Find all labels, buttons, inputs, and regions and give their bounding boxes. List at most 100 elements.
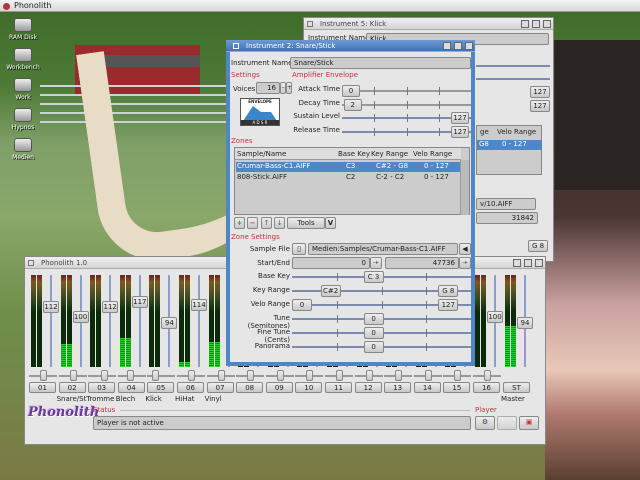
desktop-icon[interactable]: Workbench bbox=[3, 48, 43, 71]
pan-knob[interactable] bbox=[395, 370, 403, 381]
column-header[interactable]: Base Key bbox=[338, 150, 370, 158]
close-icon[interactable] bbox=[28, 260, 34, 266]
sample-file-field[interactable]: Medien:Samples/Crumar-Bass-C1.AIFF bbox=[308, 243, 458, 255]
tune-knob[interactable]: 0 bbox=[363, 313, 384, 325]
channel-button[interactable]: 03 bbox=[88, 382, 116, 393]
zoom-icon[interactable] bbox=[454, 42, 462, 50]
envelope-slider-knob[interactable]: 127 bbox=[451, 125, 469, 138]
volume-value[interactable]: 94 bbox=[517, 316, 533, 329]
volume-value[interactable]: 117 bbox=[131, 296, 148, 308]
table-row[interactable]: G8 0 - 127 bbox=[477, 140, 542, 150]
velo-low-knob[interactable]: 0 bbox=[292, 299, 312, 311]
pan-knob[interactable] bbox=[126, 370, 134, 381]
iconify-icon[interactable] bbox=[513, 259, 521, 267]
key-range-high[interactable]: G 8 bbox=[528, 240, 548, 252]
channel-button[interactable]: 01 bbox=[29, 382, 56, 393]
remove-zone-button[interactable]: − bbox=[247, 217, 258, 229]
player-disabled-button[interactable] bbox=[497, 416, 517, 430]
pan-knob[interactable] bbox=[69, 370, 77, 381]
pan-knob[interactable] bbox=[101, 370, 109, 381]
base-key-knob[interactable]: C 3 bbox=[363, 271, 384, 283]
channel-button[interactable]: 02 bbox=[58, 382, 86, 393]
channel-button[interactable]: ST bbox=[503, 382, 530, 393]
key-low-knob[interactable]: C#2 bbox=[320, 285, 341, 297]
depth-icon[interactable] bbox=[543, 20, 551, 28]
table-row[interactable]: Crumar-Bass-C1.AIFF C3 C#2 - G8 0 - 127 bbox=[236, 162, 460, 172]
pan-knob[interactable] bbox=[306, 370, 314, 381]
envelope-slider-knob[interactable]: 0 bbox=[342, 85, 360, 97]
tools-dropdown[interactable]: V bbox=[325, 217, 336, 229]
end-field[interactable]: 31842 bbox=[476, 212, 538, 224]
volume-value[interactable]: 94 bbox=[161, 316, 178, 329]
table-scrollbar[interactable] bbox=[460, 160, 469, 215]
pan-knob[interactable] bbox=[424, 370, 432, 381]
release-value[interactable]: 127 bbox=[530, 100, 550, 112]
pan-knob[interactable] bbox=[40, 370, 47, 381]
pan-knob[interactable] bbox=[247, 370, 255, 381]
depth-icon[interactable] bbox=[535, 259, 543, 267]
volume-value[interactable]: 112 bbox=[43, 300, 59, 313]
window-titlebar[interactable]: Instrument 5: Klick bbox=[304, 18, 553, 30]
player-export-button[interactable]: ▣ bbox=[519, 416, 539, 430]
file-browse-button[interactable]: ▯ bbox=[292, 243, 306, 255]
channel-button[interactable]: 12 bbox=[354, 382, 382, 393]
sample-file-field[interactable]: v/10.AIFF bbox=[476, 198, 536, 210]
desktop-icon[interactable]: RAM Disk bbox=[3, 18, 43, 41]
table-row[interactable]: 808-Stick.AIFF C2 C-2 - C2 0 - 127 bbox=[236, 173, 460, 183]
channel-button[interactable]: 13 bbox=[384, 382, 412, 393]
sustain-value[interactable]: 127 bbox=[530, 86, 550, 98]
instrument-name-field[interactable]: Snare/Stick bbox=[290, 57, 471, 69]
slider[interactable] bbox=[476, 65, 550, 67]
zones-table[interactable]: Sample/Name Base Key Key Range Velo Range C… bbox=[234, 147, 470, 215]
volume-fader[interactable] bbox=[138, 275, 141, 367]
column-header[interactable]: Velo Range bbox=[413, 150, 452, 158]
pan-knob[interactable] bbox=[188, 370, 195, 381]
start-stepper[interactable]: -+ bbox=[370, 257, 382, 269]
pan-knob[interactable] bbox=[454, 370, 462, 381]
close-icon[interactable] bbox=[307, 21, 313, 27]
window-titlebar[interactable]: Instrument 2: Snare/Stick bbox=[226, 40, 475, 52]
pan-knob[interactable] bbox=[276, 370, 284, 381]
desktop-icon[interactable]: Work bbox=[3, 78, 43, 101]
channel-button[interactable]: 11 bbox=[325, 382, 352, 393]
envelope-slider-knob[interactable]: 2 bbox=[343, 98, 362, 111]
tools-button[interactable]: Tools bbox=[287, 217, 325, 229]
start-field[interactable]: 0 bbox=[292, 257, 370, 269]
fine-knob[interactable]: 0 bbox=[363, 327, 384, 339]
player-settings-button[interactable]: ⚙ bbox=[475, 416, 495, 430]
depth-icon[interactable] bbox=[465, 42, 473, 50]
close-icon[interactable] bbox=[233, 43, 239, 49]
channel-button[interactable]: 08 bbox=[236, 382, 264, 393]
pan-knob[interactable] bbox=[365, 370, 373, 381]
move-up-button[interactable]: ↑ bbox=[261, 217, 272, 229]
zoom-icon[interactable] bbox=[532, 20, 540, 28]
volume-fader[interactable] bbox=[109, 275, 112, 367]
volume-value[interactable]: 112 bbox=[102, 300, 119, 313]
desktop-icon[interactable]: Hypnos bbox=[3, 108, 43, 131]
column-header[interactable]: Key Range bbox=[371, 150, 408, 158]
slider[interactable] bbox=[476, 78, 550, 80]
iconify-icon[interactable] bbox=[521, 20, 529, 28]
pan-knob[interactable] bbox=[484, 370, 491, 381]
move-down-button[interactable]: ↓ bbox=[274, 217, 285, 229]
zoom-icon[interactable] bbox=[524, 259, 532, 267]
pan-knob[interactable] bbox=[217, 370, 225, 381]
zones-table[interactable]: ge Velo Range G8 0 - 127 bbox=[476, 125, 542, 175]
channel-button[interactable]: 10 bbox=[295, 382, 323, 393]
channel-button[interactable]: 04 bbox=[117, 382, 145, 393]
volume-value[interactable]: 100 bbox=[72, 311, 89, 324]
add-zone-button[interactable]: + bbox=[234, 217, 245, 229]
end-stepper[interactable]: -+ bbox=[459, 257, 471, 269]
pan-knob[interactable] bbox=[336, 370, 343, 381]
volume-value[interactable]: 100 bbox=[487, 311, 503, 324]
envelope-slider-knob[interactable]: 127 bbox=[451, 112, 469, 124]
iconify-icon[interactable] bbox=[443, 42, 451, 50]
volume-value[interactable]: 114 bbox=[191, 298, 207, 311]
column-header[interactable]: Sample/Name bbox=[237, 150, 286, 158]
velo-high-knob[interactable]: 127 bbox=[438, 299, 459, 311]
channel-button[interactable]: 05 bbox=[147, 382, 175, 393]
channel-button[interactable]: 07 bbox=[206, 382, 234, 393]
channel-button[interactable]: 14 bbox=[413, 382, 441, 393]
instrument-2-window[interactable]: Instrument 2: Snare/Stick Instrument Nam… bbox=[226, 40, 475, 366]
channel-button[interactable]: 09 bbox=[265, 382, 293, 393]
